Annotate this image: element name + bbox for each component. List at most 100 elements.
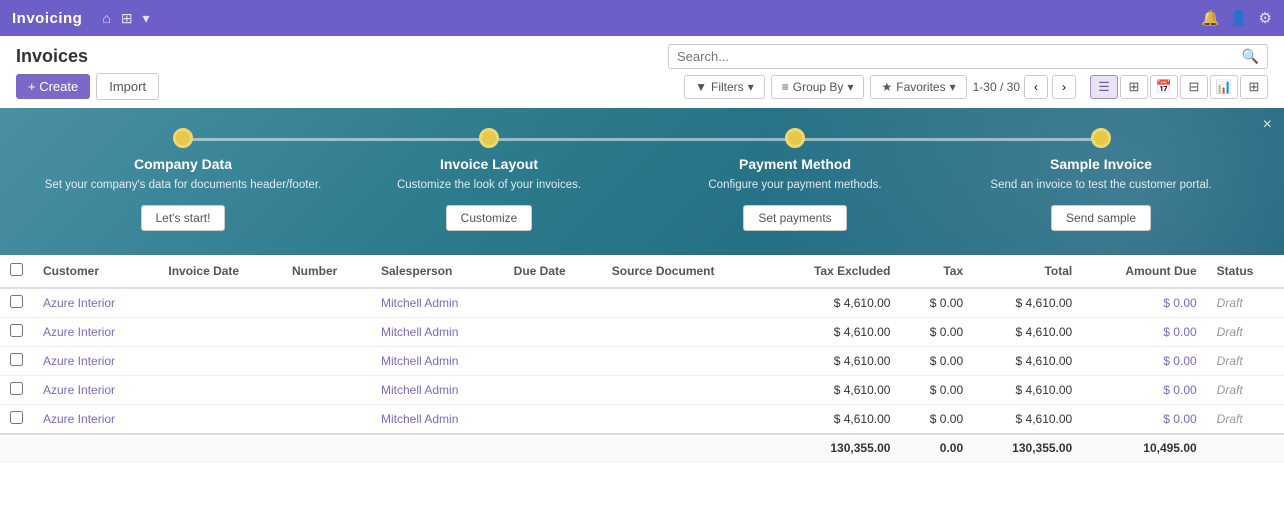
row-status: Draft: [1207, 318, 1284, 347]
row-salesperson: Mitchell Admin: [371, 318, 504, 347]
row-checkbox-cell: [0, 318, 33, 347]
table-view-button[interactable]: ⊟: [1180, 75, 1208, 99]
row-tax-excluded: $ 4,610.00: [769, 405, 900, 435]
row-invoice-date: [158, 405, 282, 435]
footer-tax: 0.00: [900, 434, 973, 462]
filters-button[interactable]: ▼ Filters ▾: [684, 75, 765, 99]
topbar-right: 🔔 👤 ⚙: [1201, 9, 1272, 27]
page-header: Invoices 🔍: [0, 36, 1284, 69]
col-salesperson: Salesperson: [371, 255, 504, 288]
settings-icon[interactable]: ⚙: [1259, 9, 1272, 27]
filter-icon: ▼: [695, 80, 707, 94]
col-tax-excluded: Tax Excluded: [769, 255, 900, 288]
list-view-button[interactable]: ☰: [1090, 75, 1118, 99]
wizard-step-4-desc: Send an invoice to test the customer por…: [982, 177, 1219, 193]
favorites-button[interactable]: ★ Favorites ▾: [870, 75, 966, 99]
row-checkbox-3[interactable]: [10, 382, 23, 395]
select-all-checkbox[interactable]: [10, 263, 23, 276]
pagination-nav: ‹ ›: [1024, 75, 1076, 99]
row-checkbox-cell: [0, 405, 33, 435]
wizard-step-1-button[interactable]: Let's start!: [141, 205, 226, 231]
wizard-steps: Company Data Set your company's data for…: [30, 128, 1254, 231]
grid-view-button[interactable]: ⊞: [1240, 75, 1268, 99]
table-footer-row: 130,355.00 0.00 130,355.00 10,495.00: [0, 434, 1284, 462]
col-tax: Tax: [900, 255, 973, 288]
table-header-checkbox: [0, 255, 33, 288]
row-customer: Azure Interior: [33, 376, 158, 405]
search-icon[interactable]: 🔍: [1242, 48, 1259, 65]
row-status: Draft: [1207, 405, 1284, 435]
row-source-doc: [602, 288, 769, 318]
apps-icon[interactable]: ⊞: [121, 10, 133, 27]
chart-view-button[interactable]: 📊: [1210, 75, 1238, 99]
main-area: Invoices 🔍 + Create Import ▼ Filters ▾ ≡…: [0, 36, 1284, 516]
row-checkbox-0[interactable]: [10, 295, 23, 308]
wizard-step-2-desc: Customize the look of your invoices.: [389, 177, 589, 193]
row-checkbox-cell: [0, 376, 33, 405]
wizard-banner: × Company Data Set your company's data f…: [0, 108, 1284, 255]
create-button[interactable]: + Create: [16, 74, 90, 99]
wizard-step-4-button[interactable]: Send sample: [1051, 205, 1151, 231]
home-icon[interactable]: ⌂: [102, 10, 110, 27]
bell-icon[interactable]: 🔔: [1201, 9, 1220, 27]
col-number: Number: [282, 255, 371, 288]
row-due-date: [504, 288, 602, 318]
row-tax-excluded: $ 4,610.00: [769, 347, 900, 376]
row-total: $ 4,610.00: [973, 318, 1082, 347]
row-checkbox-4[interactable]: [10, 411, 23, 424]
row-number: [282, 376, 371, 405]
row-amount-due: $ 0.00: [1082, 405, 1206, 435]
row-status: Draft: [1207, 347, 1284, 376]
wizard-step-2-title: Invoice Layout: [440, 156, 538, 172]
search-input[interactable]: [677, 49, 1242, 64]
wizard-dot-2: [479, 128, 499, 148]
wizard-step-2-button[interactable]: Customize: [446, 205, 533, 231]
topbar-nav-icons: ⌂ ⊞ ▾: [102, 10, 149, 27]
star-icon: ★: [881, 80, 892, 94]
row-checkbox-cell: [0, 288, 33, 318]
footer-amount-due: 10,495.00: [1082, 434, 1206, 462]
row-number: [282, 318, 371, 347]
row-status: Draft: [1207, 288, 1284, 318]
col-source-doc: Source Document: [602, 255, 769, 288]
row-amount-due: $ 0.00: [1082, 288, 1206, 318]
prev-page-button[interactable]: ‹: [1024, 75, 1048, 99]
wizard-step-4-title: Sample Invoice: [1050, 156, 1152, 172]
next-page-button[interactable]: ›: [1052, 75, 1076, 99]
wizard-step-company: Company Data Set your company's data for…: [30, 128, 336, 231]
wizard-close-button[interactable]: ×: [1263, 116, 1272, 134]
brand-logo: Invoicing: [12, 10, 82, 27]
wizard-dot-1: [173, 128, 193, 148]
row-tax: $ 0.00: [900, 318, 973, 347]
row-status: Draft: [1207, 376, 1284, 405]
row-tax-excluded: $ 4,610.00: [769, 318, 900, 347]
row-number: [282, 347, 371, 376]
topbar: Invoicing ⌂ ⊞ ▾ 🔔 👤 ⚙: [0, 0, 1284, 36]
kanban-view-button[interactable]: ⊞: [1120, 75, 1148, 99]
row-tax: $ 0.00: [900, 288, 973, 318]
row-salesperson: Mitchell Admin: [371, 405, 504, 435]
filters-label: Filters: [711, 80, 744, 94]
wizard-step-payment: Payment Method Configure your payment me…: [642, 128, 948, 231]
wizard-step-3-button[interactable]: Set payments: [743, 205, 846, 231]
row-amount-due: $ 0.00: [1082, 376, 1206, 405]
row-number: [282, 288, 371, 318]
row-customer: Azure Interior: [33, 288, 158, 318]
row-source-doc: [602, 376, 769, 405]
wizard-step-layout: Invoice Layout Customize the look of you…: [336, 128, 642, 231]
row-total: $ 4,610.00: [973, 376, 1082, 405]
group-by-button[interactable]: ≡ Group By ▾: [771, 75, 865, 99]
wizard-step-3-desc: Configure your payment methods.: [700, 177, 889, 193]
calendar-view-button[interactable]: 📅: [1150, 75, 1178, 99]
import-button[interactable]: Import: [96, 73, 159, 100]
chevron-down-icon[interactable]: ▾: [143, 10, 150, 27]
row-customer: Azure Interior: [33, 347, 158, 376]
row-checkbox-1[interactable]: [10, 324, 23, 337]
row-checkbox-2[interactable]: [10, 353, 23, 366]
row-tax: $ 0.00: [900, 347, 973, 376]
favorites-chevron-icon: ▾: [950, 80, 956, 94]
user-icon[interactable]: 👤: [1230, 9, 1249, 27]
row-amount-due: $ 0.00: [1082, 347, 1206, 376]
wizard-step-3-title: Payment Method: [739, 156, 851, 172]
group-by-icon: ≡: [782, 80, 789, 94]
